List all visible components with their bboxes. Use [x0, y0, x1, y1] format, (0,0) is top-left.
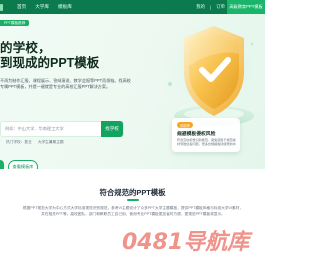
nav-right: 我的 | 订单: [196, 4, 225, 10]
hero-subtitle: 不再为制作汇报、课程展示、答辩演说、教学会报等PPT而烦恼。找高校专属PPT模板…: [0, 78, 131, 90]
view-templates-button[interactable]: 查看模板库: [8, 160, 38, 169]
primary-button[interactable]: [0, 160, 4, 169]
hot-tag[interactable]: 热门学校：复旦: [6, 140, 32, 145]
search-button[interactable]: 找学校: [101, 121, 123, 137]
card-tag: 请说明: [177, 122, 193, 128]
nav-cta-button[interactable]: 高级教育PPT模板: [227, 0, 265, 14]
card-description: 符合高校视觉识别规范，避免使用不规范素材导致侵权问题，更多合规模板持续更新中: [177, 138, 236, 147]
section-divider: [127, 199, 139, 201]
nav-link-universities[interactable]: 大学库: [35, 4, 49, 10]
hot-tag[interactable]: 大学生暑期主题: [38, 140, 64, 145]
copyright-risk-card: 请说明 规避模板侵权风险 符合高校视觉识别规范，避免使用不规范素材导致侵权问题，…: [172, 118, 240, 152]
nav-link-templates[interactable]: 模板库: [58, 4, 72, 10]
card-title: 规避模板侵权风险: [177, 132, 216, 137]
nav-link-orders[interactable]: 订单: [216, 4, 225, 10]
top-navbar: 首页 大学库 模板库 我的 | 订单 高级教育PPT模板: [0, 0, 265, 14]
hero-title-line1: 的学校，: [0, 41, 51, 55]
logo[interactable]: [0, 3, 3, 11]
section-title: 符合规范的PPT模板: [99, 188, 166, 197]
nav-separator: |: [210, 4, 212, 10]
hero-section: PPT模板推荐 的学校， 到现成的PPT模板 不再为制作汇报、课程展示、答辩演说…: [0, 14, 265, 169]
nav-link-mine[interactable]: 我的: [196, 4, 205, 10]
watermark-logo: 0481导航库: [122, 229, 253, 255]
watermark-text: 0481导航库: [122, 229, 253, 255]
search-input[interactable]: 例如：中山大学、华南理工大学: [5, 126, 64, 132]
nav-links: 首页 大学库 模板库: [17, 4, 72, 10]
section-description: 根据PPT规范大学为中心方式大学标准视觉识别规范，参考VI主题设计了众多PPT大…: [22, 206, 244, 217]
hero-badge: PPT模板推荐: [0, 20, 30, 26]
nav-link-home[interactable]: 首页: [17, 4, 26, 10]
school-search-box: 例如：中山大学、华南理工大学 找学校: [0, 121, 124, 137]
hero-title-line2: 到现成的PPT模板: [0, 56, 100, 70]
hot-tags: 热门学校：复旦 大学生暑期主题: [6, 140, 64, 145]
